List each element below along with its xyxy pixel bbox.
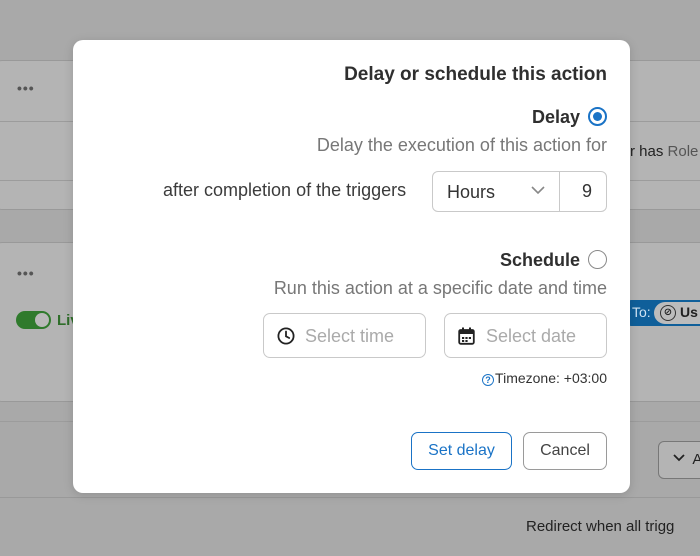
schedule-radio[interactable] bbox=[588, 250, 607, 269]
select-date-placeholder: Select date bbox=[486, 326, 577, 346]
select-time-input[interactable]: Select time bbox=[263, 313, 426, 358]
delay-schedule-modal: Delay or schedule this action Delay Dela… bbox=[73, 40, 630, 493]
schedule-description: Run this action at a specific date and t… bbox=[273, 278, 607, 298]
chip-label: Us bbox=[680, 304, 698, 320]
background-row-text: r has Role bbox=[630, 143, 698, 160]
divider bbox=[0, 421, 73, 422]
divider bbox=[630, 121, 700, 122]
delay-option-label[interactable]: Delay bbox=[532, 107, 580, 128]
delay-amount-input[interactable]: 9 bbox=[560, 172, 606, 211]
modal-title: Delay or schedule this action bbox=[344, 64, 607, 85]
delay-unit-select[interactable]: Hours bbox=[433, 172, 560, 211]
help-icon[interactable]: ? bbox=[482, 374, 495, 386]
more-dots-icon[interactable]: ••• bbox=[17, 265, 35, 281]
schedule-option-label[interactable]: Schedule bbox=[500, 250, 580, 271]
set-delay-button[interactable]: Set delay bbox=[411, 432, 512, 470]
footer-text: Redirect when all trigg bbox=[526, 518, 675, 535]
timezone-info: ? Timezone: +03:00 bbox=[482, 370, 607, 386]
chevron-down-icon bbox=[673, 454, 685, 462]
timezone-value: +03:00 bbox=[563, 370, 607, 386]
delay-radio[interactable] bbox=[588, 107, 607, 126]
timezone-label: Timezone: bbox=[495, 370, 560, 386]
delay-input-group: Hours 9 bbox=[432, 171, 607, 212]
calendar-icon bbox=[458, 327, 475, 345]
divider bbox=[0, 497, 700, 498]
after-completion-text: after completion of the triggers bbox=[163, 180, 407, 200]
select-date-input[interactable]: Select date bbox=[444, 313, 607, 358]
divider bbox=[630, 421, 700, 422]
divider bbox=[0, 180, 73, 181]
clock-icon bbox=[277, 327, 295, 345]
row-text-prefix: r has bbox=[630, 143, 664, 160]
divider bbox=[0, 121, 73, 122]
more-dots-icon[interactable]: ••• bbox=[17, 80, 35, 96]
chevron-down-icon bbox=[531, 186, 545, 195]
add-button-label: A bbox=[692, 451, 700, 468]
chip-pill: ⊘ Us bbox=[654, 302, 700, 324]
cancel-button[interactable]: Cancel bbox=[523, 432, 607, 470]
delay-description: Delay the execution of this action for bbox=[316, 135, 607, 155]
live-toggle[interactable] bbox=[16, 311, 51, 329]
select-time-placeholder: Select time bbox=[305, 326, 395, 346]
no-entry-icon: ⊘ bbox=[660, 305, 676, 321]
assign-to-chip[interactable]: To: ⊘ Us bbox=[628, 300, 700, 326]
row-text-suffix: Role bbox=[667, 143, 699, 160]
divider bbox=[630, 180, 700, 181]
add-button[interactable]: A bbox=[658, 441, 700, 479]
chip-prefix: To: bbox=[632, 304, 651, 320]
delay-unit-value: Hours bbox=[447, 182, 496, 202]
